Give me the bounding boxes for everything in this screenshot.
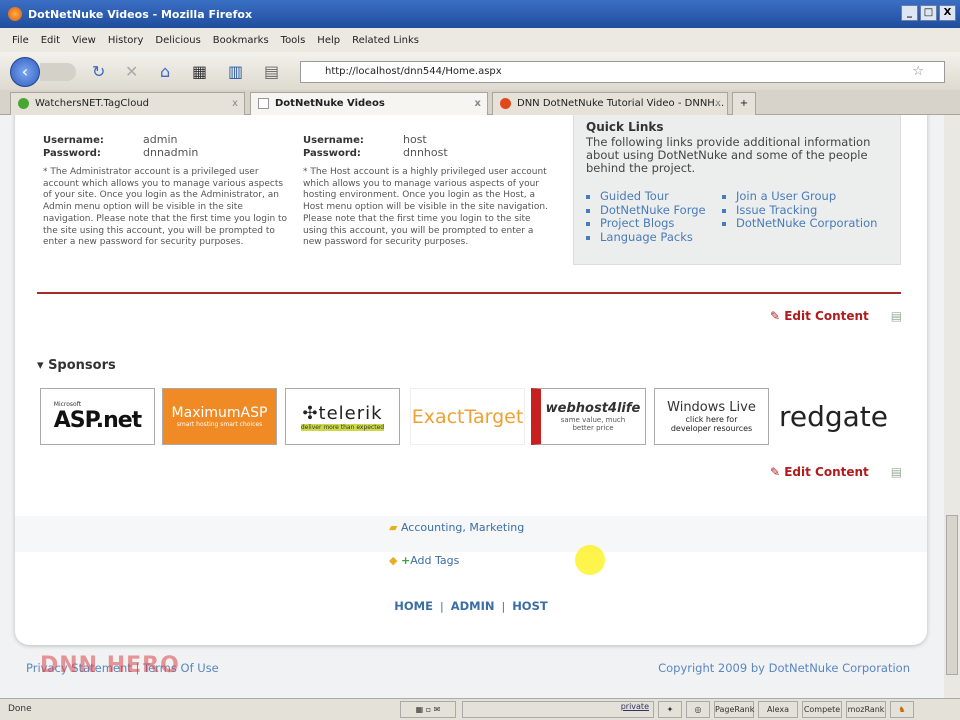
sponsor-maximumasp[interactable]: MaximumASP smart hosting smart choices	[162, 388, 277, 445]
pencil-icon: ✎	[770, 465, 785, 479]
window-title: DotNetNuke Videos - Mozilla Firefox	[28, 7, 253, 21]
status-text: Done	[8, 704, 32, 714]
edit-content-link[interactable]: ✎ Edit Content ▤	[770, 465, 902, 479]
footer-nav: HOME | ADMIN | HOST	[394, 599, 548, 613]
close-tab-icon[interactable]: x	[232, 93, 238, 114]
sponsor-aspnet[interactable]: Microsoft ASP.net	[40, 388, 155, 445]
addon-icon[interactable]: ✦	[658, 701, 682, 718]
link-project-blogs[interactable]: Project Blogs	[600, 217, 706, 231]
status-bar: Done ▦ ▫ ✉ private ✦ ◎ PageRank Alexa Co…	[0, 698, 960, 720]
quick-links-title: Quick Links	[586, 120, 664, 134]
page-icon	[258, 98, 269, 109]
copyright: Copyright 2009 by DotNetNuke Corporation	[658, 661, 910, 675]
edit-content-link[interactable]: ✎ Edit Content ▤	[770, 309, 902, 323]
menu-bar: File Edit View History Delicious Bookmar…	[0, 28, 960, 52]
menu-tools[interactable]: Tools	[281, 35, 306, 46]
cursor-highlight	[575, 545, 605, 575]
menu-edit[interactable]: Edit	[41, 35, 60, 46]
divider	[37, 292, 901, 294]
host-login: Username: host Password: dnnhost * The Hos…	[303, 133, 548, 248]
new-tab-button[interactable]: +	[732, 92, 756, 115]
bookmark-tool-icon[interactable]: ▦	[192, 62, 207, 81]
content-panel: Username: admin Password: dnnadmin * The A…	[15, 115, 927, 645]
tab-dnn-tutorial[interactable]: DNN DotNetNuke Tutorial Video - DNNH... x	[492, 92, 728, 115]
addon-icon[interactable]: ♞	[890, 701, 914, 718]
add-tags[interactable]: ◆ +Add Tags	[389, 554, 459, 567]
nav-home[interactable]: HOME	[394, 599, 433, 613]
reload-icon[interactable]: ↻	[92, 62, 105, 81]
plus-icon: +	[400, 554, 411, 567]
privacy-slider[interactable]: private	[462, 701, 654, 718]
mozrank[interactable]: mozRank	[846, 701, 886, 718]
alexa[interactable]: Alexa	[758, 701, 798, 718]
sponsor-telerik[interactable]: ✣telerik deliver more than expected	[285, 388, 400, 445]
tag-icon: ◆	[389, 554, 401, 567]
menu-history[interactable]: History	[108, 35, 144, 46]
stop-icon[interactable]: ✕	[125, 62, 138, 81]
dnn-hero-watermark: DNN HERO	[40, 653, 180, 678]
tag-categories: ▰ Accounting, Marketing	[389, 521, 525, 534]
quick-links: Quick Links The following links provide …	[573, 115, 901, 265]
page-content: Username: admin Password: dnnadmin * The A…	[0, 115, 944, 698]
forward-button[interactable]	[40, 63, 76, 81]
menu-help[interactable]: Help	[317, 35, 340, 46]
admin-login: Username: admin Password: dnnadmin * The A…	[43, 133, 288, 248]
link-guided-tour[interactable]: Guided Tour	[600, 189, 706, 204]
sponsor-redgate[interactable]: redgate	[776, 388, 891, 445]
close-tab-icon[interactable]: x	[715, 93, 721, 114]
folder-icon: ▰	[389, 521, 401, 534]
nav-host[interactable]: HOST	[512, 599, 548, 613]
pagerank[interactable]: PageRank	[714, 701, 754, 718]
menu-file[interactable]: File	[12, 35, 29, 46]
sponsors-title: ▾ Sponsors	[37, 358, 116, 373]
status-icons[interactable]: ▦ ▫ ✉	[400, 701, 456, 718]
menu-bookmarks[interactable]: Bookmarks	[213, 35, 269, 46]
back-button[interactable]: ‹	[10, 57, 40, 87]
scrollbar-thumb[interactable]	[946, 515, 958, 675]
menu-delicious[interactable]: Delicious	[155, 35, 200, 46]
addon-icon[interactable]: ◎	[686, 701, 710, 718]
tag-icon[interactable]: ▤	[264, 62, 279, 81]
compete[interactable]: Compete	[802, 701, 842, 718]
vertical-scrollbar[interactable]	[944, 115, 960, 698]
sponsor-windows-live[interactable]: Windows Live click here for developer res…	[654, 388, 769, 445]
close-tab-icon[interactable]: x	[475, 93, 481, 114]
link-user-group[interactable]: Join a User Group	[736, 189, 877, 204]
pencil-icon: ✎	[770, 309, 785, 323]
nav-admin[interactable]: ADMIN	[451, 599, 495, 613]
link-forge[interactable]: DotNetNuke Forge	[600, 203, 706, 218]
tab-watchersnet[interactable]: WatchersNET.TagCloud x	[10, 92, 245, 115]
sponsor-exacttarget[interactable]: ExactTarget	[410, 388, 525, 445]
settings-icon[interactable]: ▤	[891, 309, 902, 323]
settings-icon[interactable]: ▤	[891, 465, 902, 479]
link-language-packs[interactable]: Language Packs	[600, 230, 706, 245]
link-dnn-corporation[interactable]: DotNetNuke Corporation	[736, 217, 877, 231]
minimize-button[interactable]: _	[901, 5, 918, 21]
favicon-icon	[500, 98, 511, 109]
menu-view[interactable]: View	[72, 35, 96, 46]
navigation-toolbar: ‹ ↻ ✕ ⌂ ▦ ▥ ▤ http://localhost/dnn544/Ho…	[0, 52, 960, 90]
title-bar: DotNetNuke Videos - Mozilla Firefox _ □ X	[0, 0, 960, 28]
home-icon[interactable]: ⌂	[160, 62, 170, 81]
sponsor-webhost4life[interactable]: webhost4life same value, much better pric…	[531, 388, 646, 445]
tab-dotnetnuke-videos[interactable]: DotNetNuke Videos x	[250, 92, 488, 115]
maximize-button[interactable]: □	[920, 5, 937, 21]
tab-bar: WatchersNET.TagCloud x DotNetNuke Videos x…	[0, 90, 960, 115]
sidebar-icon[interactable]: ▥	[228, 62, 243, 81]
bookmark-star-icon[interactable]: ☆	[912, 62, 924, 82]
menu-related-links[interactable]: Related Links	[352, 35, 419, 46]
firefox-icon	[8, 7, 22, 21]
close-button[interactable]: X	[939, 5, 956, 21]
favicon-icon	[18, 98, 29, 109]
link-issue-tracking[interactable]: Issue Tracking	[736, 203, 877, 218]
address-bar[interactable]: http://localhost/dnn544/Home.aspx ☆	[300, 61, 945, 83]
